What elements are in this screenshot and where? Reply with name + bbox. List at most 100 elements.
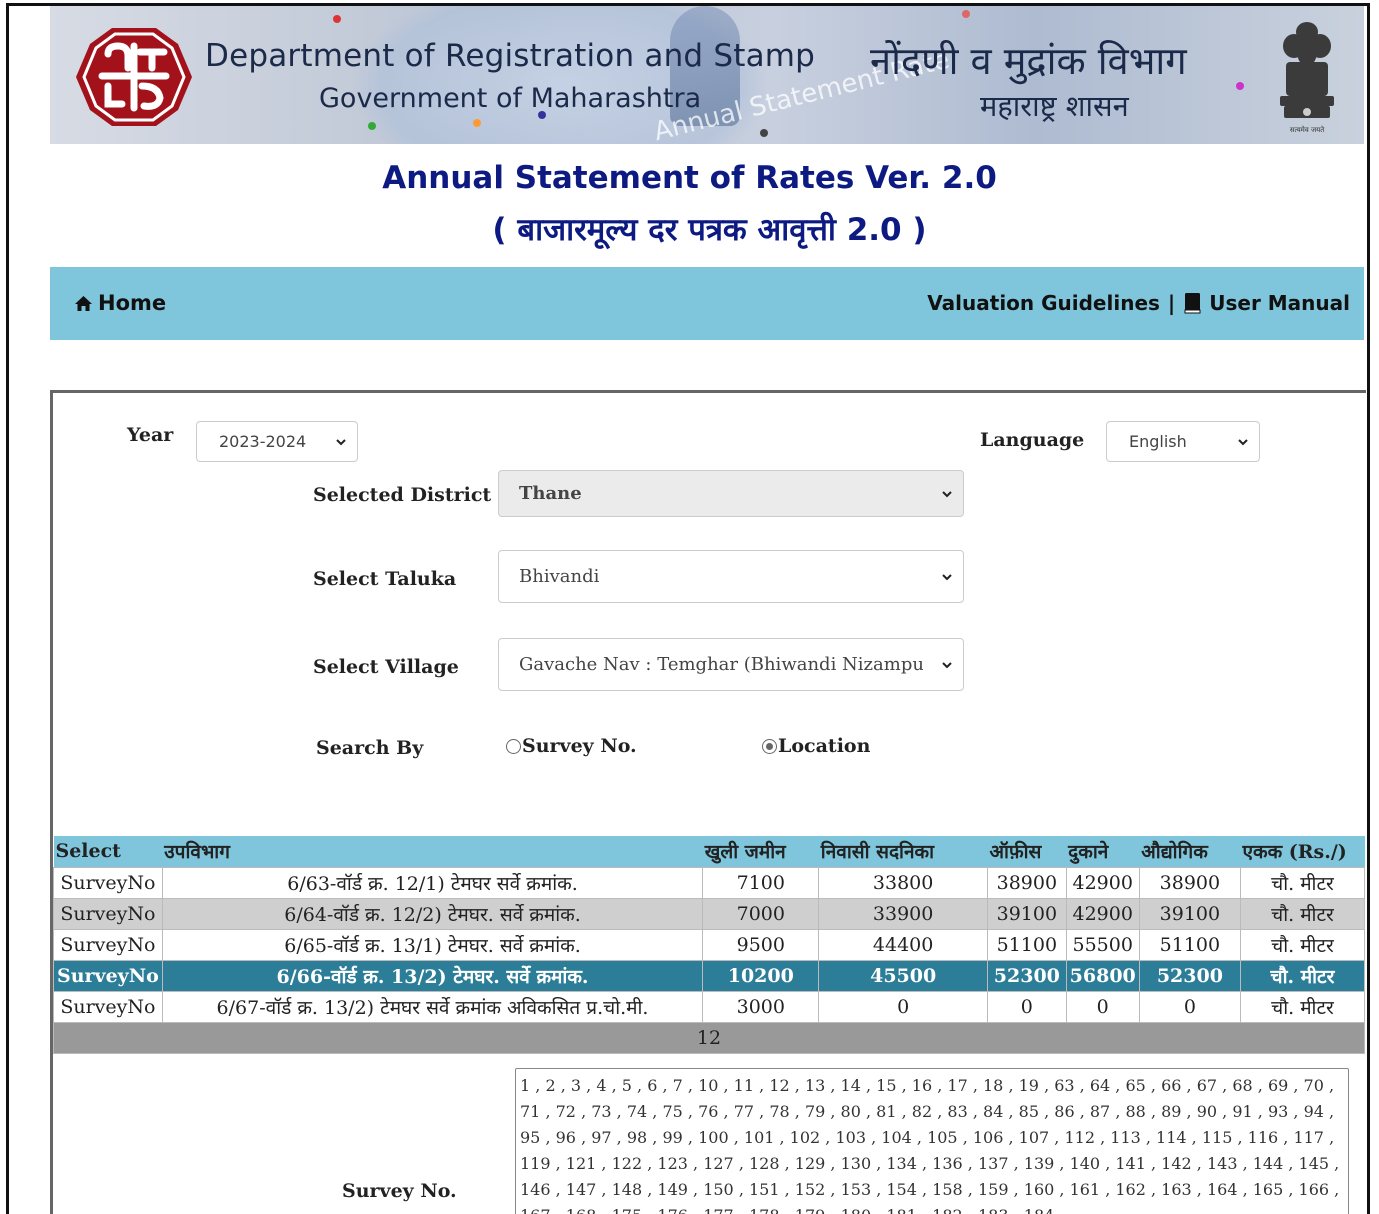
district-label: Selected District	[313, 484, 492, 506]
gov-name-en: Government of Maharashtra	[319, 83, 702, 114]
year-select[interactable]: 2023-2024	[196, 421, 358, 462]
select-surveyno-link[interactable]: SurveyNo	[53, 928, 163, 961]
village-select-value: Gavache Nav : Temghar (Bhiwandi Nizampur…	[519, 654, 923, 675]
search-by-label: Search By	[316, 737, 424, 759]
cell-value: 51100	[987, 928, 1067, 961]
select-surveyno-link[interactable]: SurveyNo	[53, 990, 163, 1023]
cell-value: 52300	[987, 959, 1067, 992]
chevron-down-icon	[942, 490, 952, 497]
radio-circle	[506, 738, 521, 754]
select-surveyno-link[interactable]: SurveyNo	[53, 866, 163, 899]
page-title: Annual Statement of Rates Ver. 2.0	[382, 160, 997, 196]
emblem-motto: सत्यमेव जयते	[1290, 125, 1325, 134]
search-by-survey-radio[interactable]: Survey No.	[506, 735, 637, 757]
nav-valuation-guidelines-link[interactable]: Valuation Guidelines	[927, 291, 1160, 315]
header-banner: Department of Registration and Stamp Gov…	[50, 6, 1364, 144]
cell-value: 55500	[1065, 928, 1140, 961]
select-surveyno-link[interactable]: SurveyNo	[53, 959, 163, 992]
table-row: SurveyNo 6/67-वॉर्ड क्र. 13/2) टेमघर सर्…	[53, 990, 1366, 1023]
search-by-survey-label: Survey No.	[522, 735, 637, 757]
cell-value: 38900	[1138, 866, 1241, 899]
cell-unit: चौ. मीटर	[1239, 866, 1366, 899]
cell-value: 42900	[1065, 866, 1140, 899]
pager-page-link[interactable]: 12	[53, 1021, 1365, 1054]
col-header: उपविभाग	[162, 836, 703, 867]
district-select[interactable]: Thane	[498, 470, 964, 517]
table-header-row: Select उपविभाग खुली जमीन निवासी सदनिका ऑ…	[53, 836, 1365, 867]
cell-value: 9500	[702, 928, 820, 961]
village-label: Select Village	[313, 656, 459, 678]
cell-value: 52300	[1138, 959, 1241, 992]
cell-value: 51100	[1138, 928, 1241, 961]
survey-no-list[interactable]: 1 , 2 , 3 , 4 , 5 , 6 , 7 , 10 , 11 , 12…	[515, 1068, 1349, 1214]
chevron-down-icon	[1238, 438, 1248, 445]
table-row: SurveyNo 6/64-वॉर्ड क्र. 12/2) टेमघर. सर…	[53, 897, 1366, 930]
cell-value: 44400	[818, 928, 989, 961]
cell-value: 39100	[1138, 897, 1241, 930]
rates-table: Select उपविभाग खुली जमीन निवासी सदनिका ऑ…	[53, 836, 1366, 1054]
col-header: एकक (Rs./)	[1240, 836, 1365, 867]
cell-value: 0	[1138, 990, 1241, 1023]
col-header: दुकाने	[1066, 836, 1140, 867]
survey-no-label: Survey No.	[342, 1180, 457, 1202]
col-header: निवासी सदनिका	[818, 836, 988, 867]
org-name-mr: नोंदणी व मुद्रांक विभाग	[870, 39, 1187, 83]
select-surveyno-link[interactable]: SurveyNo	[53, 897, 163, 930]
cell-unit: चौ. मीटर	[1239, 990, 1366, 1023]
year-label: Year	[127, 424, 174, 446]
cell-value: 10200	[702, 959, 820, 992]
table-row: SurveyNo 6/65-वॉर्ड क्र. 13/1) टेमघर. सर…	[53, 928, 1366, 961]
search-by-location-label: Location	[778, 735, 871, 757]
org-name-en: Department of Registration and Stamp	[205, 38, 816, 74]
table-row-selected: SurveyNo 6/66-वॉर्ड क्र. 13/2) टेमघर. सर…	[53, 959, 1366, 992]
col-header: ऑफ़ीस	[987, 836, 1067, 867]
taluka-label: Select Taluka	[313, 568, 457, 590]
cell-subdivision: 6/67-वॉर्ड क्र. 13/2) टेमघर सर्वे क्रमां…	[161, 990, 704, 1023]
pager-row: 12	[53, 1021, 1365, 1054]
col-header: Select	[53, 836, 163, 867]
book-icon	[1184, 293, 1201, 314]
cell-unit: चौ. मीटर	[1239, 928, 1366, 961]
cell-subdivision: 6/66-वॉर्ड क्र. 13/2) टेमघर. सर्वे क्रमा…	[161, 959, 704, 992]
cell-value: 7000	[702, 897, 820, 930]
table-row: SurveyNo 6/63-वॉर्ड क्र. 12/1) टेमघर सर्…	[53, 866, 1366, 899]
gov-name-mr: महाराष्ट्र शासन	[980, 89, 1129, 123]
cell-value: 0	[1065, 990, 1140, 1023]
cell-value: 3000	[702, 990, 820, 1023]
national-emblem-icon: सत्यमेव जयते	[1280, 22, 1334, 134]
language-select-value: English	[1129, 432, 1187, 451]
department-logo-icon	[76, 28, 192, 126]
cell-value: 0	[818, 990, 989, 1023]
village-select[interactable]: Gavache Nav : Temghar (Bhiwandi Nizampur…	[498, 638, 964, 691]
taluka-select[interactable]: Bhivandi	[498, 550, 964, 603]
cell-value: 45500	[818, 959, 989, 992]
cell-value: 39100	[987, 897, 1067, 930]
language-select[interactable]: English	[1106, 421, 1260, 462]
search-by-location-radio[interactable]: Location	[762, 735, 870, 757]
page-subtitle: ( बाजारमूल्य दर पत्रक आवृत्ती 2.0 )	[492, 212, 927, 248]
chevron-down-icon	[941, 658, 953, 671]
col-header: औद्योगिक	[1139, 836, 1241, 867]
home-icon	[75, 295, 92, 311]
chevron-down-icon	[336, 438, 346, 445]
cell-value: 33800	[818, 866, 989, 899]
cell-value: 56800	[1065, 959, 1140, 992]
cell-value: 38900	[987, 866, 1067, 899]
cell-subdivision: 6/64-वॉर्ड क्र. 12/2) टेमघर. सर्वे क्रमा…	[161, 897, 704, 930]
language-label: Language	[980, 429, 1085, 451]
cell-value: 0	[987, 990, 1067, 1023]
year-select-value: 2023-2024	[219, 432, 307, 451]
cell-value: 42900	[1065, 897, 1140, 930]
cell-subdivision: 6/63-वॉर्ड क्र. 12/1) टेमघर सर्वे क्रमां…	[161, 866, 704, 899]
nav-separator: |	[1167, 291, 1176, 315]
nav-home-link[interactable]: Home	[74, 291, 166, 315]
taluka-select-value: Bhivandi	[519, 566, 600, 587]
radio-circle-selected	[762, 738, 777, 754]
nav-user-manual-link[interactable]: User Manual	[1209, 291, 1350, 315]
cell-unit: चौ. मीटर	[1239, 959, 1366, 992]
cell-unit: चौ. मीटर	[1239, 897, 1366, 930]
cell-value: 7100	[702, 866, 820, 899]
navbar: Home Valuation Guidelines | User Manual	[50, 267, 1364, 340]
nav-home-label: Home	[98, 291, 167, 315]
cell-value: 33900	[818, 897, 989, 930]
